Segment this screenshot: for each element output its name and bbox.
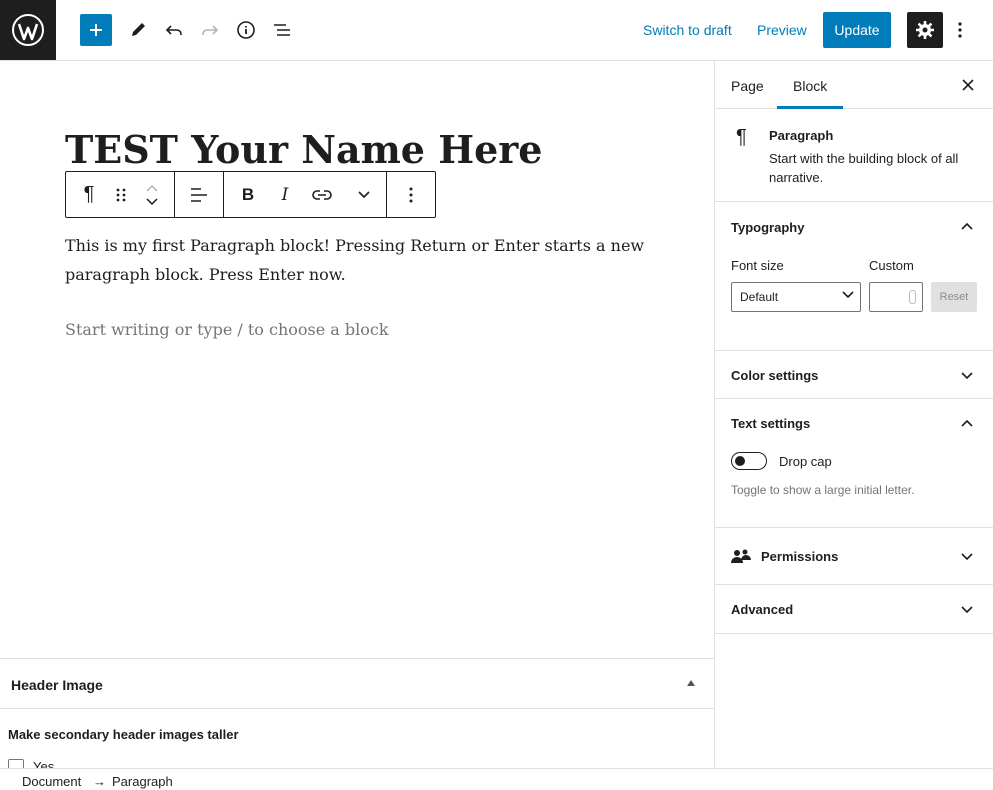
paragraph-block[interactable]: This is my first Paragraph block! Pressi… [65,231,645,289]
gear-icon [916,21,934,39]
move-up-icon[interactable] [146,184,158,192]
align-left-icon[interactable] [190,187,208,203]
plus-icon [90,24,102,36]
panel-title-permissions: Permissions [761,549,839,564]
panel-title-typography[interactable]: Typography [731,220,804,235]
post-title[interactable]: TEST Your Name Here [65,127,543,172]
redo-button[interactable] [194,14,226,46]
details-button[interactable] [230,14,262,46]
close-sidebar-button[interactable] [959,76,977,94]
tools-button[interactable] [122,14,154,46]
link-icon [312,189,332,200]
bold-icon: B [241,184,255,204]
redo-icon [202,25,219,35]
drop-cap-help: Toggle to show a large initial letter. [731,483,915,497]
text-settings-panel: Text settings Drop cap Toggle to show a … [715,399,993,528]
typography-panel: Typography Font size Custom Default Rese… [715,202,993,351]
undo-icon [165,25,182,35]
pencil-icon [132,23,145,36]
panel-title-advanced: Advanced [731,602,794,617]
users-icon [731,549,751,563]
advanced-panel[interactable]: Advanced [715,585,993,634]
drop-cap-label: Drop cap [779,454,832,469]
font-size-value: Default [740,290,779,304]
font-size-label: Font size [731,258,784,273]
more-vertical-icon [958,22,962,38]
wordpress-logo-icon[interactable] [0,0,56,60]
paragraph-icon: ¶ [736,126,747,148]
close-icon [962,79,974,91]
bold-button[interactable]: B [224,172,272,217]
update-button[interactable]: Update [823,12,891,48]
move-up-down[interactable] [130,172,174,217]
block-card: ¶ Paragraph Start with the building bloc… [715,109,993,202]
metabox-field-label: Make secondary header images taller [8,727,239,742]
chevron-up-icon[interactable] [959,415,975,431]
switch-to-draft-button[interactable]: Switch to draft [643,22,732,38]
info-icon [237,21,255,39]
drop-cap-toggle[interactable] [731,452,767,470]
drag-handle[interactable] [112,172,130,217]
drag-handle-icon [116,188,126,201]
font-size-select[interactable]: Default [731,282,861,312]
yes-checkbox[interactable] [8,759,24,768]
sidebar-tabs: Page Block [715,61,993,109]
toggle-knob [735,456,745,466]
editor-canvas: TEST Your Name Here ¶ B I This is my fir… [0,61,714,658]
block-toolbar: ¶ B I [65,171,436,218]
caret-up-icon[interactable] [686,679,696,687]
chevron-down-icon[interactable] [959,601,975,617]
link-button[interactable] [298,172,346,217]
list-view-icon [274,24,290,36]
options-menu-button[interactable] [948,14,972,46]
more-vertical-icon [409,187,413,202]
breadcrumb-document[interactable]: Document [22,774,81,789]
chevron-down-icon[interactable] [959,548,975,564]
header-image-metabox: Header Image Make secondary header image… [0,658,714,768]
metabox-title: Header Image [11,677,103,693]
spinner-icon[interactable] [909,290,916,304]
tab-page[interactable]: Page [731,78,764,94]
yes-checkbox-label: Yes [33,759,55,768]
chevron-up-icon[interactable] [959,218,975,234]
italic-icon: I [281,184,289,205]
undo-button[interactable] [158,14,190,46]
panel-title-color: Color settings [731,368,819,383]
metabox-header[interactable]: Header Image [0,659,714,709]
breadcrumb-paragraph[interactable]: Paragraph [112,774,173,789]
chevron-down-icon[interactable] [959,367,975,383]
block-options-button[interactable] [387,172,435,217]
settings-sidebar: Page Block ¶ Paragraph Start with the bu… [714,61,993,768]
color-settings-panel[interactable]: Color settings [715,351,993,399]
breadcrumb: Document → Paragraph [0,768,993,790]
reset-font-size-button[interactable]: Reset [931,282,977,312]
block-toolbar-group-align [175,172,224,217]
settings-button[interactable] [907,12,943,48]
top-toolbar: Switch to draft Preview Update [0,0,993,61]
more-formats-button[interactable] [346,172,382,217]
arrow-right-icon: → [93,774,106,789]
permissions-panel[interactable]: Permissions [715,528,993,585]
block-appender-placeholder[interactable]: Start writing or type / to choose a bloc… [65,320,389,339]
move-down-icon[interactable] [146,197,158,205]
list-view-button[interactable] [266,14,298,46]
chevron-down-icon [842,291,854,298]
paragraph-icon: ¶ [83,183,95,205]
panel-title-text[interactable]: Text settings [731,416,810,431]
add-block-button[interactable] [80,14,112,46]
chevron-down-icon [358,191,370,198]
block-card-description: Start with the building block of all nar… [769,151,959,185]
block-toolbar-group-block: ¶ [66,172,175,217]
block-card-title: Paragraph [769,128,834,143]
italic-button[interactable]: I [272,172,298,217]
block-toolbar-group-format: B I [224,172,387,217]
block-type-button[interactable]: ¶ [66,172,112,217]
tab-block[interactable]: Block [793,78,827,94]
custom-size-label: Custom [869,258,914,273]
custom-font-size-input[interactable] [869,282,923,312]
preview-button[interactable]: Preview [757,22,807,38]
